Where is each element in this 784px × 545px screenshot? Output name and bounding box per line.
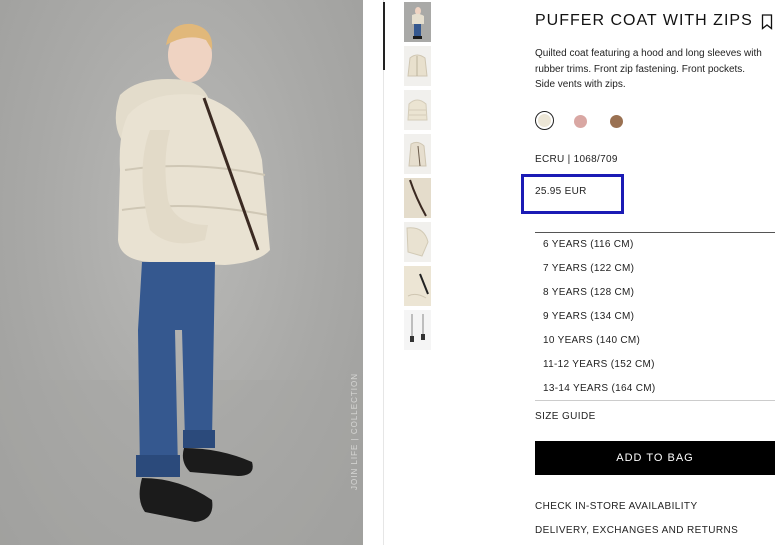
color-swatch-pink[interactable] — [574, 115, 587, 128]
size-option[interactable]: 7 YEARS (122 CM) — [543, 262, 656, 286]
product-price: 25.95 EUR — [535, 186, 587, 197]
gallery-scroll-indicator[interactable] — [383, 2, 385, 70]
thumbnail-strip — [404, 2, 432, 354]
bookmark-icon[interactable] — [761, 14, 773, 30]
sizes-top-divider — [535, 232, 775, 233]
photo-caption: JOIN LIFE | COLLECTION — [350, 373, 359, 490]
thumbnail-zip-detail[interactable] — [404, 178, 431, 218]
size-option[interactable]: 13-14 YEARS (164 CM) — [543, 382, 656, 406]
gallery-divider — [383, 0, 384, 545]
size-list: 6 YEARS (116 CM) 7 YEARS (122 CM) 8 YEAR… — [543, 238, 656, 406]
size-option[interactable]: 8 YEARS (128 CM) — [543, 286, 656, 310]
product-reference: ECRU | 1068/709 — [535, 154, 618, 165]
sizes-bottom-divider — [535, 400, 775, 401]
thumbnail-sleeve-detail[interactable] — [404, 222, 431, 262]
product-title: PUFFER COAT WITH ZIPS — [535, 12, 753, 29]
add-to-bag-button[interactable]: ADD TO BAG — [535, 441, 775, 475]
size-guide-link[interactable]: SIZE GUIDE — [535, 411, 596, 422]
model-photo — [0, 23, 363, 545]
thumbnail-model-full[interactable] — [404, 2, 431, 42]
thumbnail-zip-pulls[interactable] — [404, 310, 431, 350]
check-store-availability-link[interactable]: CHECK IN-STORE AVAILABILITY — [535, 501, 698, 512]
size-option[interactable]: 6 YEARS (116 CM) — [543, 238, 656, 262]
size-option[interactable]: 10 YEARS (140 CM) — [543, 334, 656, 358]
size-option[interactable]: 9 YEARS (134 CM) — [543, 310, 656, 334]
thumbnail-coat-front[interactable] — [404, 46, 431, 86]
thumbnail-pocket-detail[interactable] — [404, 266, 431, 306]
thumbnail-coat-side[interactable] — [404, 134, 431, 174]
product-main-image[interactable]: JOIN LIFE | COLLECTION — [0, 0, 363, 545]
product-description: Quilted coat featuring a hood and long s… — [535, 48, 762, 90]
delivery-returns-link[interactable]: DELIVERY, EXCHANGES AND RETURNS — [535, 525, 738, 536]
color-selector — [535, 111, 655, 131]
thumbnail-coat-back[interactable] — [404, 90, 431, 130]
color-swatch-ecru[interactable] — [535, 111, 554, 130]
size-option[interactable]: 11-12 YEARS (152 CM) — [543, 358, 656, 382]
color-swatch-brown[interactable] — [610, 115, 623, 128]
